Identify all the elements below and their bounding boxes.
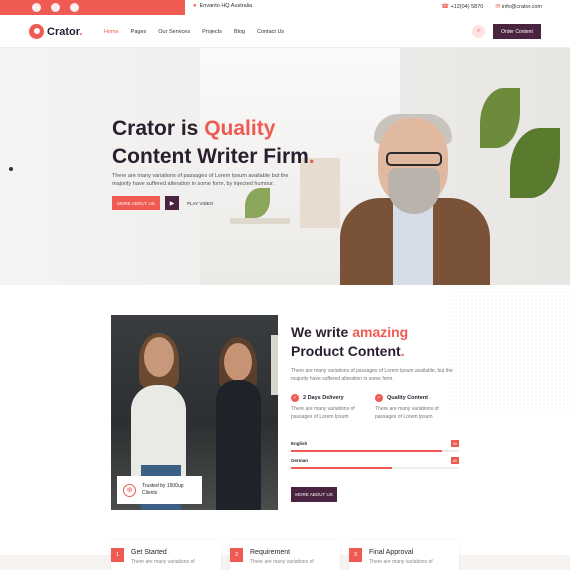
- step-description: There are many variations of: [369, 559, 433, 565]
- plant: [480, 88, 520, 148]
- phone-icon: ☎: [441, 4, 449, 10]
- location-pin-icon: ●: [193, 3, 197, 9]
- play-icon: ▶: [169, 200, 175, 207]
- feature-delivery: ✓ 2 Days Delivery: [291, 394, 344, 402]
- search-icon: ⌕: [476, 28, 481, 34]
- more-about-us-button-2[interactable]: MORE ABOUT US: [291, 487, 337, 502]
- step-title: Requirement: [250, 549, 291, 556]
- about-description: There are many variations of passages of…: [291, 368, 453, 382]
- step-title: Final Approval: [369, 549, 414, 556]
- trusted-badge: ⊕ Trusted by 1500up Clients: [117, 476, 202, 504]
- skill-bar-english: [291, 450, 459, 452]
- nav-pages[interactable]: Pages: [131, 29, 147, 35]
- site-header: Crator. Home Pages Our Services Projects…: [0, 15, 570, 48]
- phone[interactable]: ☎ +12(04) 5870: [441, 3, 483, 10]
- phone-text: +12(04) 5870: [450, 4, 484, 10]
- dot-pattern: [450, 290, 570, 410]
- skill-fill-english: [291, 450, 443, 452]
- feature-title: 2 Days Delivery: [303, 395, 344, 401]
- order-content-button[interactable]: Order Content: [493, 24, 541, 39]
- logo[interactable]: Crator.: [29, 24, 82, 39]
- hero-title: Crator is Quality Content Writer Firm.: [112, 117, 315, 168]
- nav-projects[interactable]: Projects: [202, 29, 222, 35]
- shelf: [230, 218, 290, 224]
- email[interactable]: ✉ info@crator.com: [495, 3, 542, 10]
- step-number: 3: [349, 548, 362, 562]
- social-bar: [0, 0, 185, 15]
- skill-label-english: English: [291, 441, 308, 446]
- twitter-icon[interactable]: [51, 3, 60, 12]
- main-nav: Home Pages Our Services Projects Blog Co…: [104, 29, 296, 35]
- about-title: We write amazing Product Content.: [291, 324, 409, 359]
- play-video-button[interactable]: ▶: [165, 196, 179, 210]
- step-description: There are many variations of: [131, 559, 195, 565]
- woman2-dress: [216, 380, 261, 510]
- check-icon: ✓: [291, 394, 299, 402]
- contact-info: ☎ +12(04) 5870 ✉ info@crator.com: [441, 3, 542, 10]
- feature-description: There are many variations of passages of…: [291, 406, 355, 420]
- play-video-label[interactable]: PLAY VIDEO: [187, 201, 213, 206]
- feature-title: Quality Content: [387, 395, 428, 401]
- step-card: 1 Get Started There are many variations …: [111, 540, 221, 570]
- skill-percent-english: 90: [451, 440, 459, 447]
- mail-icon: ✉: [495, 4, 501, 10]
- search-button[interactable]: ⌕: [472, 25, 485, 38]
- woman-face: [144, 337, 174, 377]
- feature-quality: ✓ Quality Content: [375, 394, 428, 402]
- check-icon: ✓: [375, 394, 383, 402]
- slider-indicator[interactable]: [9, 167, 13, 171]
- more-about-us-button[interactable]: MORE ABOUT US: [112, 196, 160, 210]
- nav-services[interactable]: Our Services: [158, 29, 190, 35]
- address: ● Envanto HQ Australia: [193, 3, 252, 9]
- glasses: [386, 152, 442, 166]
- logo-text: Crator.: [47, 25, 83, 38]
- skill-fill-german: [291, 467, 392, 469]
- facebook-icon[interactable]: [32, 3, 41, 12]
- trusted-text: Trusted by 1500up Clients: [142, 483, 184, 496]
- nav-blog[interactable]: Blog: [234, 29, 245, 35]
- address-text: Envanto HQ Australia: [199, 3, 253, 9]
- hero-description: There are many variations of passages of…: [112, 173, 289, 187]
- step-number: 1: [111, 548, 124, 562]
- email-text: info@crator.com: [501, 4, 542, 10]
- step-description: There are many variations of: [250, 559, 314, 565]
- window: [271, 335, 278, 395]
- step-card: 2 Requirement There are many variations …: [230, 540, 340, 570]
- nav-home[interactable]: Home: [104, 29, 119, 35]
- feature-description: There are many variations of passages of…: [375, 406, 439, 420]
- step-title: Get Started: [131, 549, 167, 556]
- plant-leaf: [510, 128, 560, 198]
- instagram-icon[interactable]: [70, 3, 79, 12]
- skill-percent-german: 60: [451, 457, 459, 464]
- skill-bar-german: [291, 467, 459, 469]
- step-number: 2: [230, 548, 243, 562]
- step-card: 3 Final Approval There are many variatio…: [349, 540, 459, 570]
- globe-icon: ⊕: [123, 483, 136, 497]
- logo-icon: [29, 24, 44, 39]
- nav-contact[interactable]: Contact Us: [257, 29, 284, 35]
- top-bar: ● Envanto HQ Australia ☎ +12(04) 5870 ✉ …: [0, 0, 570, 15]
- skill-label-german: German: [291, 458, 309, 463]
- woman2-face: [224, 343, 252, 381]
